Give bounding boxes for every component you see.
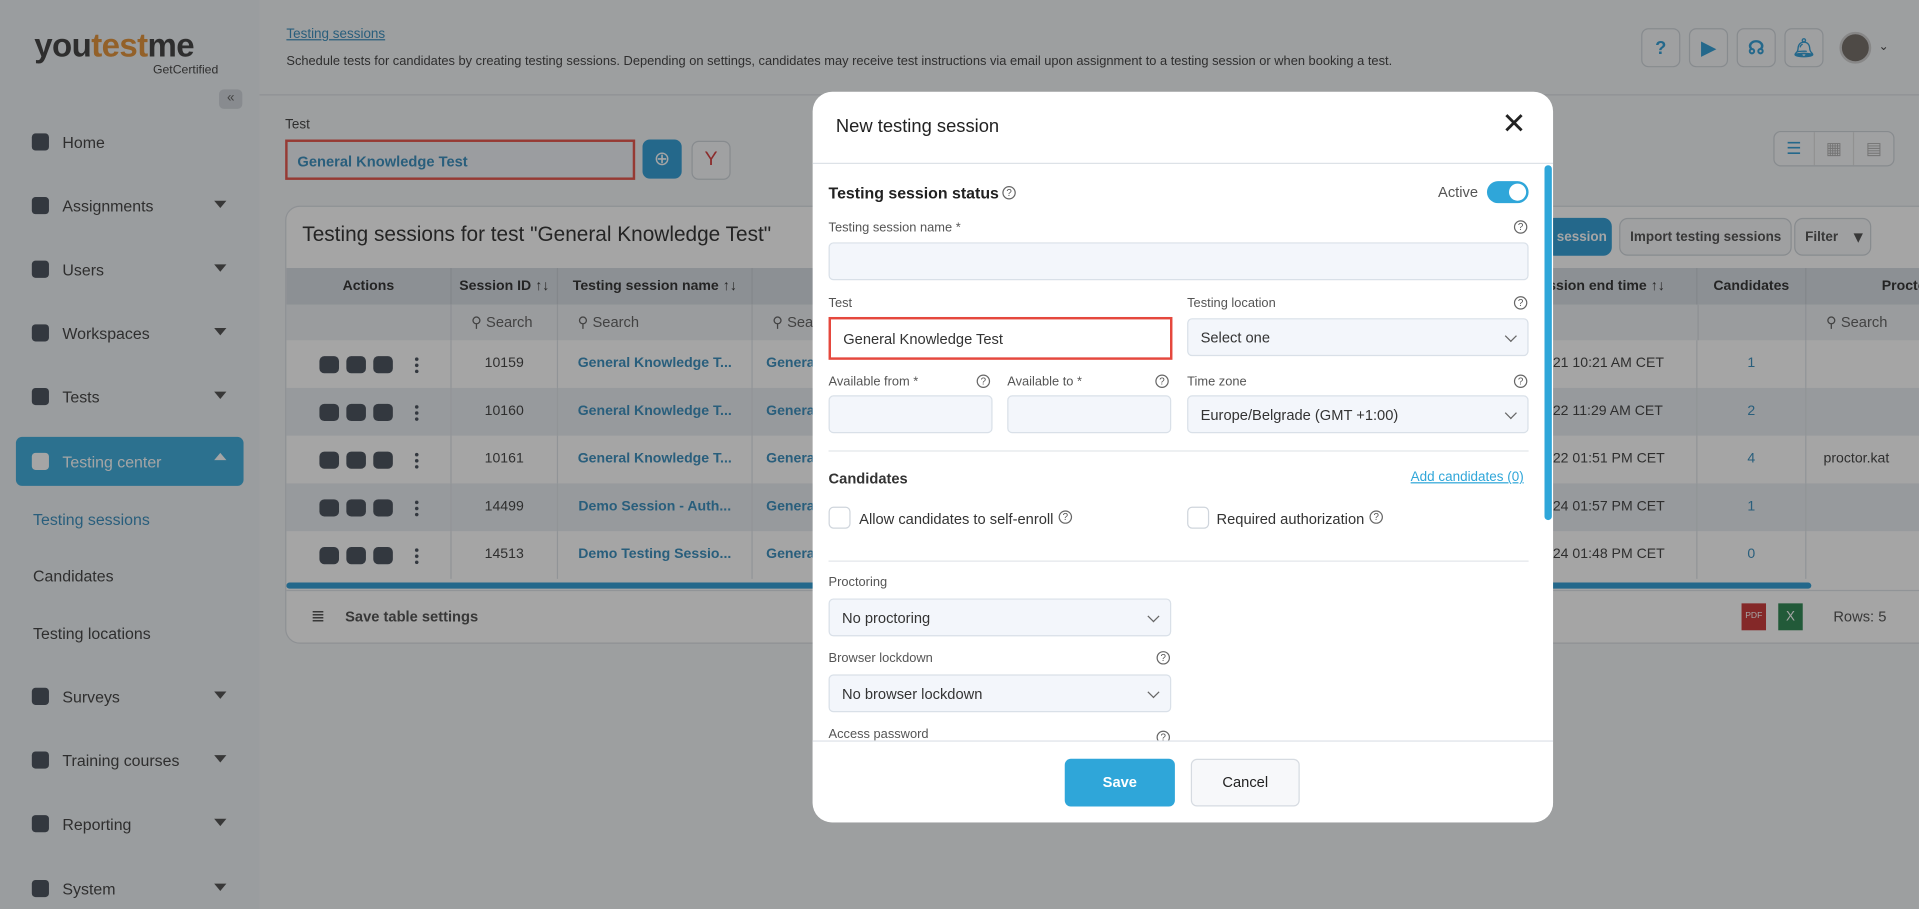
available-from-input[interactable] bbox=[828, 395, 993, 434]
divider bbox=[828, 450, 1529, 452]
self-enroll-label: Allow candidates to self-enroll bbox=[859, 510, 1054, 528]
divider bbox=[828, 560, 1529, 562]
to-label: Available to * bbox=[1007, 374, 1083, 390]
new-session-modal: New testing session ✕ Testing session st… bbox=[812, 91, 1554, 823]
proctoring-value: No proctoring bbox=[842, 608, 931, 626]
timezone-select[interactable]: Europe/Belgrade (GMT +1:00) bbox=[1187, 395, 1529, 434]
add-candidates-link[interactable]: Add candidates (0) bbox=[1411, 470, 1524, 485]
timezone-value: Europe/Belgrade (GMT +1:00) bbox=[1200, 405, 1399, 423]
test-label: Test bbox=[828, 296, 853, 311]
chevron-down-icon bbox=[1504, 329, 1517, 342]
cancel-button[interactable]: Cancel bbox=[1190, 758, 1300, 807]
chevron-down-icon bbox=[1147, 685, 1160, 698]
lockdown-label: Browser lockdown bbox=[828, 651, 933, 666]
modal-title: New testing session bbox=[835, 116, 1000, 138]
help-icon[interactable]: ? bbox=[1513, 296, 1528, 310]
active-toggle[interactable] bbox=[1486, 181, 1529, 204]
lockdown-select[interactable]: No browser lockdown bbox=[828, 674, 1172, 713]
help-icon[interactable]: ? bbox=[1156, 651, 1171, 665]
proctoring-label: Proctoring bbox=[828, 575, 888, 590]
from-label: Available from * bbox=[828, 374, 919, 390]
name-label: Testing session name * bbox=[828, 220, 961, 235]
proctoring-select[interactable]: No proctoring bbox=[828, 598, 1172, 637]
lockdown-value: No browser lockdown bbox=[842, 684, 983, 702]
help-icon[interactable]: ? bbox=[976, 374, 991, 388]
chevron-down-icon bbox=[1504, 406, 1517, 419]
help-icon[interactable]: ? bbox=[1155, 374, 1169, 388]
help-icon[interactable]: ? bbox=[1513, 374, 1528, 388]
self-enroll-checkbox[interactable] bbox=[828, 506, 851, 529]
modal-footer: Save Cancel bbox=[812, 740, 1554, 823]
required-auth-label: Required authorization bbox=[1216, 510, 1365, 528]
save-button[interactable]: Save bbox=[1064, 758, 1175, 807]
divider bbox=[812, 162, 1554, 164]
required-auth-checkbox[interactable] bbox=[1187, 506, 1210, 529]
session-name-input[interactable] bbox=[828, 242, 1529, 281]
chevron-down-icon bbox=[1147, 609, 1160, 622]
location-value: Select one bbox=[1200, 328, 1271, 346]
help-icon[interactable]: ? bbox=[1002, 186, 1016, 200]
vertical-scrollbar[interactable] bbox=[1544, 165, 1552, 521]
help-icon[interactable]: ? bbox=[1058, 510, 1073, 524]
candidates-label: Candidates bbox=[828, 469, 908, 488]
timezone-label: Time zone bbox=[1187, 374, 1247, 390]
help-icon[interactable]: ? bbox=[1369, 510, 1383, 524]
active-label: Active bbox=[1438, 183, 1479, 201]
help-icon[interactable]: ? bbox=[1513, 220, 1528, 234]
test-field[interactable]: General Knowledge Test bbox=[828, 316, 1173, 360]
available-to-input[interactable] bbox=[1007, 395, 1172, 434]
location-label: Testing location bbox=[1187, 296, 1276, 311]
close-icon[interactable]: ✕ bbox=[1502, 110, 1527, 139]
location-select[interactable]: Select one bbox=[1187, 318, 1529, 357]
status-label: Testing session status bbox=[828, 183, 999, 202]
